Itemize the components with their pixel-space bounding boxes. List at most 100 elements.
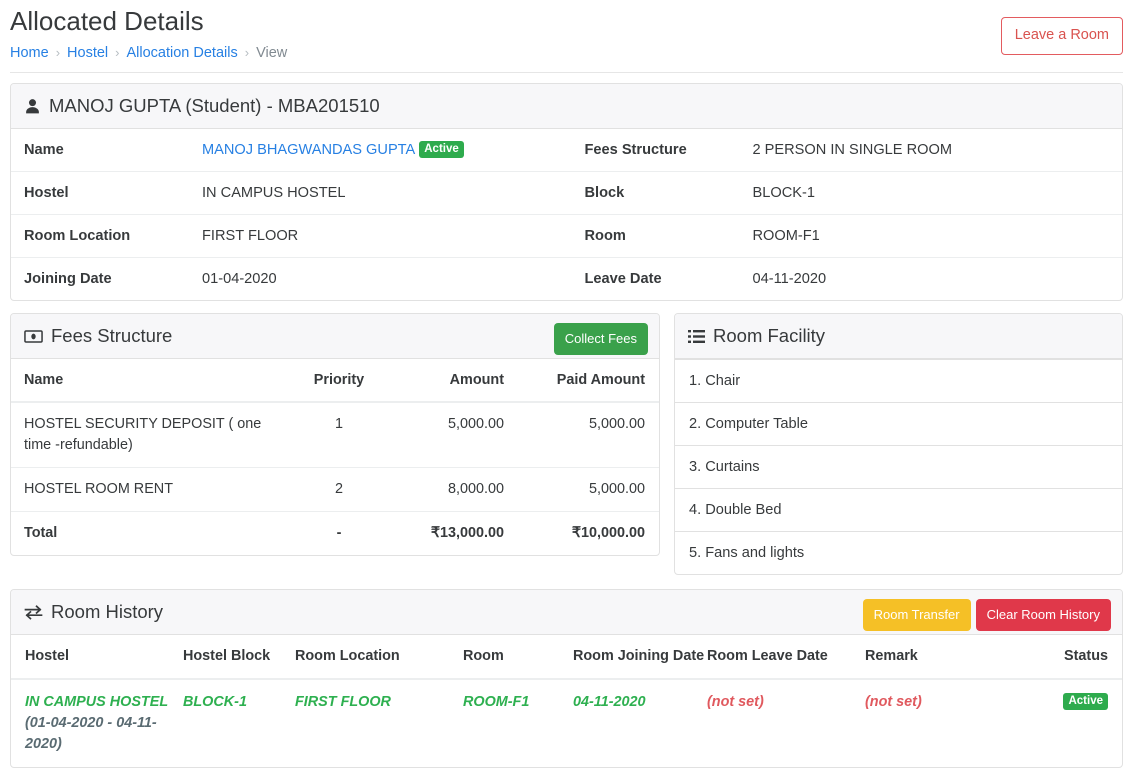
info-value-hostel: IN CAMPUS HOSTEL bbox=[189, 171, 572, 215]
room-transfer-button[interactable]: Room Transfer bbox=[862, 599, 971, 631]
table-row: HOSTEL SECURITY DEPOSIT ( one time -refu… bbox=[11, 402, 659, 468]
table-row: HOSTEL ROOM RENT 2 8,000.00 5,000.00 bbox=[11, 467, 659, 512]
list-icon bbox=[688, 329, 705, 344]
fees-structure-header: Fees Structure Collect Fees bbox=[11, 314, 659, 359]
breadcrumb-item-allocation-details[interactable]: Allocation Details bbox=[126, 44, 237, 62]
fees-col-paid-amount: Paid Amount bbox=[517, 359, 659, 403]
room-history-table: Hostel Hostel Block Room Location Room R… bbox=[11, 635, 1122, 767]
history-cell-room-location: FIRST FLOOR bbox=[295, 694, 391, 710]
history-cell-remark: (not set) bbox=[865, 694, 922, 710]
fees-structure-title: Fees Structure bbox=[51, 325, 173, 346]
page-header: Allocated Details Home › Hostel › Alloca… bbox=[0, 0, 1133, 72]
room-facility-title: Room Facility bbox=[713, 325, 826, 346]
room-history-title: Room History bbox=[51, 601, 164, 622]
history-col-room: Room bbox=[463, 635, 573, 680]
info-value-block: BLOCK-1 bbox=[739, 171, 1122, 215]
info-label-name: Name bbox=[24, 142, 64, 158]
info-label-block: Block bbox=[571, 171, 740, 215]
fees-structure-table: Name Priority Amount Paid Amount HOSTEL … bbox=[11, 359, 659, 555]
info-value-name: MANOJ BHAGWANDAS GUPTA Active bbox=[189, 129, 572, 172]
fees-cell-priority: 1 bbox=[334, 416, 343, 432]
room-history-header: Room History Room Transfer Clear Room Hi… bbox=[11, 590, 1122, 635]
fees-total-row: Total - ₹13,000.00 ₹10,000.00 bbox=[11, 511, 659, 555]
table-row: Joining Date 01-04-2020 Leave Date 04-11… bbox=[11, 257, 1122, 300]
fees-col-priority: Priority bbox=[289, 359, 389, 403]
breadcrumb-item-hostel[interactable]: Hostel bbox=[67, 44, 108, 62]
history-cell-hostel: IN CAMPUS HOSTEL (01-04-2020 - 04-11-202… bbox=[11, 679, 183, 767]
history-cell-room-leave-date: (not set) bbox=[707, 694, 764, 710]
fees-cell-name: HOSTEL ROOM RENT bbox=[11, 467, 289, 512]
clear-room-history-button[interactable]: Clear Room History bbox=[975, 599, 1111, 631]
fees-total-label: Total bbox=[11, 511, 289, 555]
breadcrumb-item-view: View bbox=[256, 45, 288, 61]
table-row: IN CAMPUS HOSTEL (01-04-2020 - 04-11-202… bbox=[11, 679, 1122, 767]
student-details-section: MANOJ GUPTA (Student) - MBA201510 Name M… bbox=[0, 73, 1133, 301]
room-history-actions: Room Transfer Clear Room History bbox=[862, 599, 1111, 631]
history-cell-room: ROOM-F1 bbox=[463, 694, 530, 710]
history-cell-room-joining-date: 04-11-2020 bbox=[573, 694, 646, 710]
exchange-icon bbox=[24, 604, 43, 620]
history-col-room-leave-date: Room Leave Date bbox=[707, 635, 865, 680]
list-item: 2. Computer Table bbox=[675, 402, 1122, 445]
table-row: Hostel IN CAMPUS HOSTEL Block BLOCK-1 bbox=[11, 171, 1122, 215]
room-facility-column: Room Facility 1. Chair 2. Computer Table… bbox=[674, 313, 1123, 575]
info-value-fees-structure: 2 PERSON IN SINGLE ROOM bbox=[752, 142, 953, 158]
table-row: Name MANOJ BHAGWANDAS GUPTA Active Fees S… bbox=[11, 129, 1122, 172]
table-row: Room Location FIRST FLOOR Room ROOM-F1 bbox=[11, 214, 1122, 258]
fees-col-amount: Amount bbox=[389, 359, 517, 403]
breadcrumb: Home › Hostel › Allocation Details › Vie… bbox=[10, 44, 1123, 72]
history-hostel-dates: (01-04-2020 - 04-11-2020) bbox=[25, 715, 157, 752]
history-col-status: Status bbox=[1025, 635, 1122, 680]
info-label-room-location: Room Location bbox=[11, 214, 189, 258]
history-col-room-joining-date: Room Joining Date bbox=[573, 635, 707, 680]
student-info-table: Name MANOJ BHAGWANDAS GUPTA Active Fees S… bbox=[11, 129, 1122, 300]
money-bill-icon bbox=[24, 329, 43, 344]
info-label-hostel: Hostel bbox=[11, 171, 189, 215]
history-cell-hostel-block: BLOCK-1 bbox=[183, 694, 247, 710]
info-label-fees-structure: Fees Structure bbox=[584, 142, 687, 158]
info-label-joining-date: Joining Date bbox=[11, 257, 189, 300]
fees-cell-amount: 8,000.00 bbox=[389, 467, 517, 512]
leave-a-room-button[interactable]: Leave a Room bbox=[1000, 17, 1123, 55]
history-cell-status: Active bbox=[1025, 679, 1122, 767]
info-value-leave-date: 04-11-2020 bbox=[739, 257, 1122, 300]
info-value-room: ROOM-F1 bbox=[739, 214, 1122, 258]
table-header-row: Hostel Hostel Block Room Location Room R… bbox=[11, 635, 1122, 680]
fees-cell-name: HOSTEL SECURITY DEPOSIT ( one time -refu… bbox=[24, 416, 262, 453]
student-name-link[interactable]: MANOJ BHAGWANDAS GUPTA bbox=[202, 142, 415, 158]
history-col-hostel-block: Hostel Block bbox=[183, 635, 295, 680]
fees-total-paid-amount: ₹10,000.00 bbox=[517, 511, 659, 555]
fees-structure-card: Fees Structure Collect Fees Name Priorit… bbox=[10, 313, 660, 556]
fees-col-name: Name bbox=[11, 359, 289, 403]
table-header-row: Name Priority Amount Paid Amount bbox=[11, 359, 659, 403]
fees-cell-priority: 2 bbox=[289, 467, 389, 512]
page-title: Allocated Details bbox=[10, 6, 204, 36]
history-hostel-name: IN CAMPUS HOSTEL bbox=[25, 694, 169, 710]
breadcrumb-separator-icon: › bbox=[115, 45, 120, 60]
list-item: 3. Curtains bbox=[675, 445, 1122, 488]
student-card-title: MANOJ GUPTA (Student) - MBA201510 bbox=[49, 95, 380, 116]
status-badge: Active bbox=[419, 141, 464, 158]
breadcrumb-item-home[interactable]: Home bbox=[10, 44, 49, 62]
student-card-header: MANOJ GUPTA (Student) - MBA201510 bbox=[11, 84, 1122, 129]
middle-section: Fees Structure Collect Fees Name Priorit… bbox=[0, 301, 1133, 575]
room-facility-card: Room Facility 1. Chair 2. Computer Table… bbox=[674, 313, 1123, 575]
fees-cell-paid-amount: 5,000.00 bbox=[588, 416, 645, 432]
list-item: 5. Fans and lights bbox=[675, 531, 1122, 574]
info-value-joining-date: 01-04-2020 bbox=[189, 257, 572, 300]
history-col-hostel: Hostel bbox=[11, 635, 183, 680]
list-item: 1. Chair bbox=[675, 359, 1122, 402]
info-label-room: Room bbox=[571, 214, 740, 258]
room-facility-header: Room Facility bbox=[675, 314, 1122, 359]
info-value-room-location: FIRST FLOOR bbox=[189, 214, 572, 258]
info-label-leave-date: Leave Date bbox=[571, 257, 740, 300]
room-history-section: Room History Room Transfer Clear Room Hi… bbox=[0, 575, 1133, 768]
list-item: 4. Double Bed bbox=[675, 488, 1122, 531]
breadcrumb-separator-icon: › bbox=[244, 45, 250, 60]
breadcrumb-separator-icon: › bbox=[55, 45, 61, 60]
history-col-remark: Remark bbox=[865, 635, 1025, 680]
status-badge: Active bbox=[1063, 693, 1108, 710]
collect-fees-button[interactable]: Collect Fees bbox=[553, 323, 648, 355]
fees-cell-amount: 5,000.00 bbox=[447, 416, 504, 432]
user-icon bbox=[24, 98, 41, 115]
